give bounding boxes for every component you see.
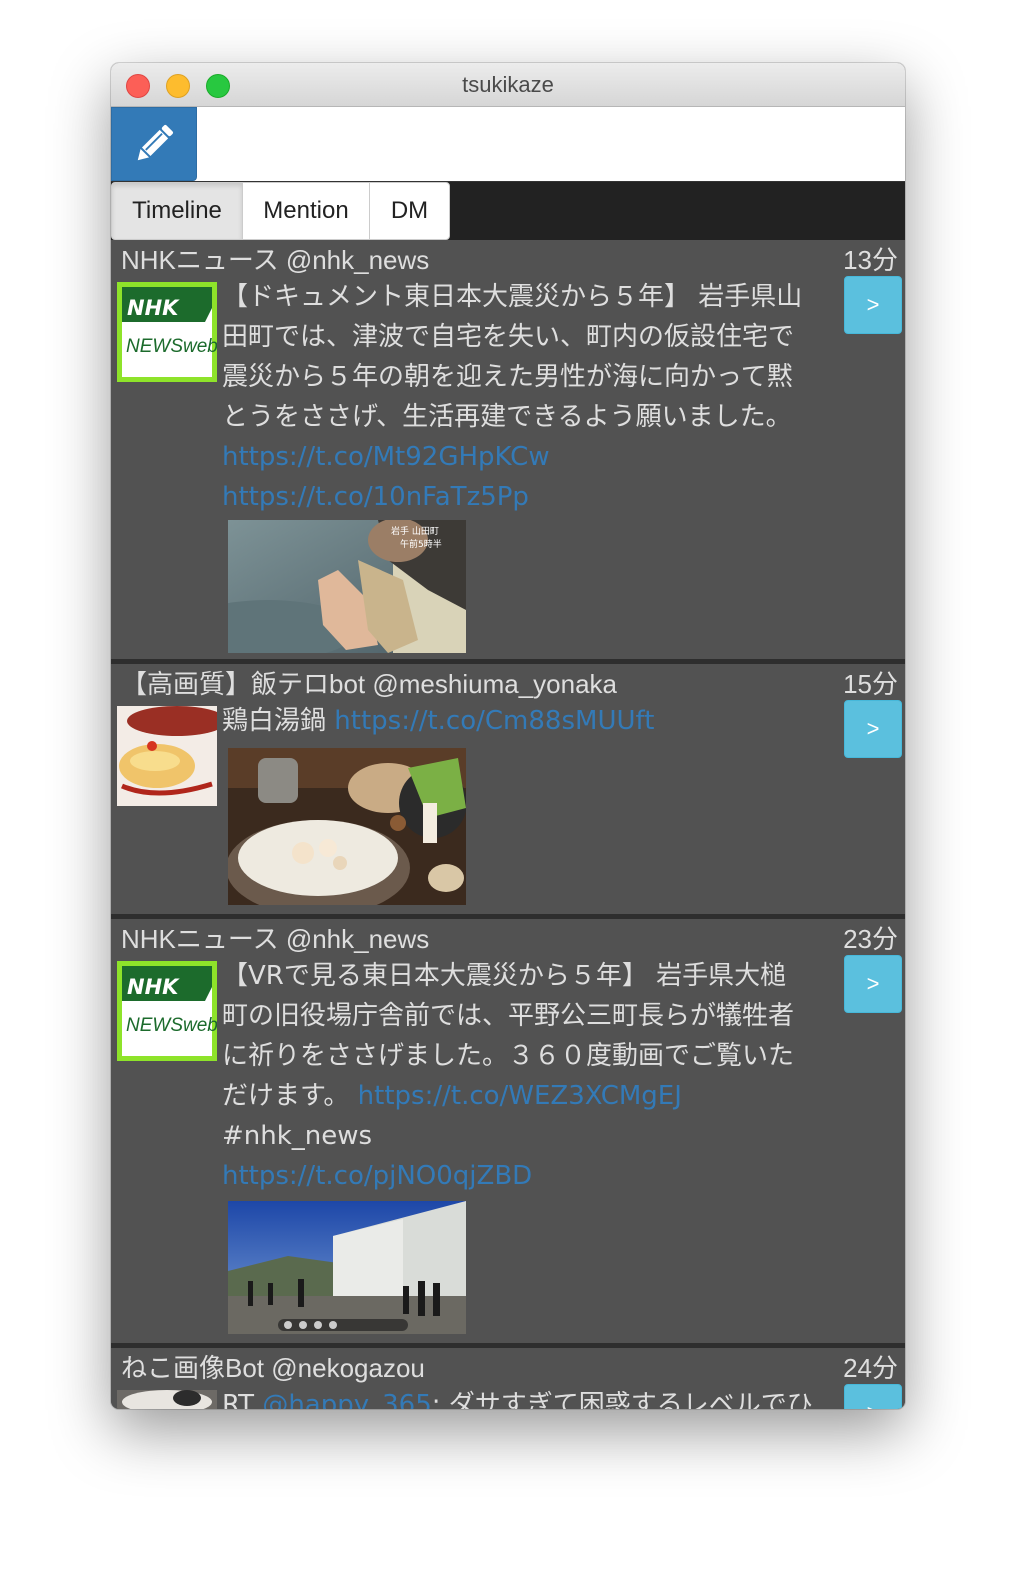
tweet-text-line: 町の旧役場庁舎前では、平野公三町長らが犠牲者 [222,1001,795,1031]
tweet-time: 13分 [843,245,898,275]
tweet-text-content: : ダサすぎて困惑するレベルでひ [431,1390,813,1409]
svg-text:NEWSweb: NEWSweb [126,1015,217,1036]
tweet-more-button[interactable]: > [844,276,902,334]
pencil-icon [137,125,173,161]
tab-dm[interactable]: DM [369,182,450,240]
tweet-time: 24分 [843,1353,898,1383]
tweet-more-button[interactable]: > [844,1384,902,1409]
svg-text:NHK: NHK [127,296,180,320]
nhk-news-logo: NHK NEWSweb [117,282,217,382]
title-bar: tsukikaze [111,63,905,107]
tab-bar: Timeline Mention DM [111,182,905,240]
tweet-text: 【VRで見る東日本大震災から５年】 岩手県大槌 町の旧役場庁舎前では、平野公三町… [222,956,842,1196]
tweet-text: RT @happy_365: ダサすぎて困惑するレベルでひ [222,1385,842,1409]
compose-button[interactable] [111,107,197,181]
omelette-avatar-image [117,706,217,806]
tweet-item: NHKニュース @nhk_news 13分 NHK NEWSweb > 【ドキュ… [111,240,905,664]
svg-text:NHK: NHK [127,975,180,999]
window-title: tsukikaze [462,72,554,97]
tweet-time: 15分 [843,669,898,699]
tab-mention[interactable]: Mention [242,182,370,240]
tweet-text-line: 田町では、津波で自宅を失い、町内の仮設住宅で [222,322,795,352]
tweet-image[interactable] [228,748,466,905]
timeline[interactable]: NHKニュース @nhk_news 13分 NHK NEWSweb > 【ドキュ… [111,240,905,1409]
tweet-text-line: とうをささげ、生活再建できるよう願いました。 [222,402,792,432]
app-window: tsukikaze Timeline Mention DM NHKニュース @n… [111,63,905,1409]
compose-input[interactable] [201,113,901,175]
tab-timeline[interactable]: Timeline [111,182,243,240]
tweet-link[interactable]: https://t.co/pjNO0qjZBD [222,1156,842,1196]
compose-bar [111,107,905,182]
tweet-link[interactable]: https://t.co/Cm88sMUUft [334,706,654,736]
tweet-text-line: 【ドキュメント東日本大震災から５年】 岩手県山 [222,282,803,312]
tweet-text: 鶏白湯鍋 https://t.co/Cm88sMUUft [222,701,842,741]
tweet-text-content: RT [222,1390,255,1409]
tweet-more-button[interactable]: > [844,700,902,758]
tweet-user[interactable]: NHKニュース @nhk_news [121,919,429,956]
nhk-news-logo: NHK NEWSweb [117,961,217,1061]
tweet-item: ねこ画像Bot @nekogazou 24分 > RT @happy_365: … [111,1348,905,1409]
avatar[interactable] [117,706,217,806]
tweet-item: 【高画質】飯テロbot @meshiuma_yonaka 15分 > 鶏白湯鍋 … [111,664,905,919]
tweet-text-content: だけます。 [222,1081,350,1111]
tweet-more-button[interactable]: > [844,955,902,1013]
tweet-user[interactable]: 【高画質】飯テロbot @meshiuma_yonaka [121,664,617,701]
tweet-text-line: 震災から５年の朝を迎えた男性が海に向かって黙 [222,362,793,392]
tweet-item: NHKニュース @nhk_news 23分 NHK NEWSweb > 【VRで… [111,919,905,1348]
tweet-mention-link[interactable]: @happy_365 [262,1390,431,1409]
svg-text:岩手 山田町: 岩手 山田町 [391,525,439,537]
avatar[interactable]: NHK NEWSweb [117,282,217,382]
tweet-link[interactable]: https://t.co/Mt92GHpKCw [222,437,842,477]
tweet-link[interactable]: https://t.co/10nFaTz5Pp [222,477,842,517]
avatar[interactable]: NHK NEWSweb [117,961,217,1061]
tweet-link[interactable]: https://t.co/WEZ3XCMgEJ [358,1081,682,1111]
tweet-text: 【ドキュメント東日本大震災から５年】 岩手県山 田町では、津波で自宅を失い、町内… [222,277,842,517]
tweet-hashtag[interactable]: #nhk_news [222,1116,842,1156]
tweet-time: 23分 [843,924,898,954]
tweet-image[interactable] [228,1201,466,1334]
tweet-user[interactable]: ねこ画像Bot @nekogazou [121,1348,425,1385]
cat-avatar-image [117,1390,217,1409]
svg-text:午前5時半: 午前5時半 [400,538,442,550]
tweet-user[interactable]: NHKニュース @nhk_news [121,240,429,277]
tweet-text-line: 【VRで見る東日本大震災から５年】 岩手県大槌 [222,961,787,991]
tweet-text-content: 鶏白湯鍋 [222,706,327,736]
svg-text:NEWSweb: NEWSweb [126,336,217,357]
avatar[interactable] [117,1390,217,1409]
tweet-image[interactable]: 岩手 山田町 午前5時半 [228,520,466,653]
tweet-text-line: に祈りをささげました。３６０度動画でご覧いた [222,1041,795,1071]
